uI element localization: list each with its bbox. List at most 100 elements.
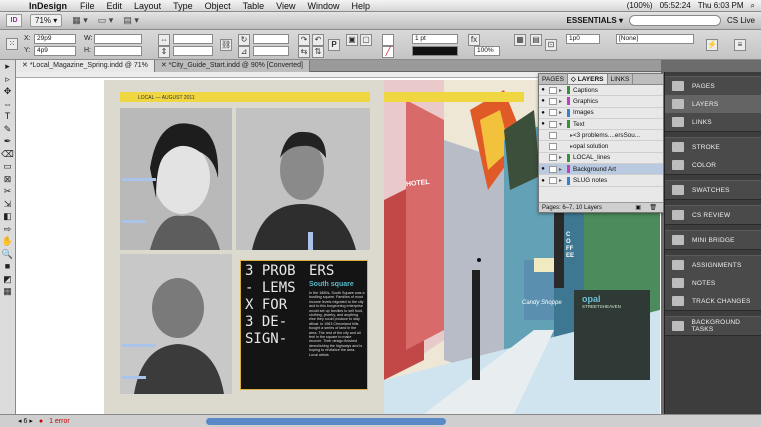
scale-x-field[interactable]	[173, 34, 213, 44]
preflight-icon[interactable]: ●	[39, 418, 43, 425]
rotate-icon[interactable]: ↻	[238, 34, 250, 46]
expand-icon[interactable]: ▸	[559, 143, 573, 150]
selection-tool-icon[interactable]: ▸	[0, 60, 15, 73]
dock-item-notes[interactable]: NOTES	[665, 274, 761, 292]
layer-row-background-art[interactable]: ● ▸ Background Art	[539, 164, 663, 176]
rotate-field[interactable]	[253, 34, 289, 44]
spotlight-icon[interactable]: ⌕	[751, 1, 755, 11]
quick-apply-icon[interactable]: ⚡	[706, 39, 718, 51]
layer-row-local-lines[interactable]: ▸ LOCAL_lines	[539, 153, 663, 165]
lock-toggle[interactable]	[549, 86, 557, 94]
dock-item-background-tasks[interactable]: BACKGROUND TASKS	[665, 317, 761, 335]
reference-point-icon[interactable]: ⁙	[6, 38, 18, 50]
portrait-woman-frame[interactable]	[120, 108, 232, 250]
menu-help[interactable]: Help	[346, 1, 377, 11]
battery-status[interactable]: (100%)	[627, 1, 653, 10]
tab-local-magazine[interactable]: ✕ *Local_Magazine_Spring.indd @ 71%	[16, 60, 155, 72]
h-field[interactable]	[94, 46, 142, 56]
opal-sign[interactable]: opal STREETSHEAVEN	[578, 290, 648, 378]
dock-item-links[interactable]: LINKS	[665, 113, 761, 131]
stroke-weight-field[interactable]: 1 pt	[412, 34, 458, 44]
select-content-icon[interactable]: ▢	[360, 34, 372, 46]
scissors-tool-icon[interactable]: ✂	[0, 185, 15, 198]
lock-toggle[interactable]	[549, 154, 557, 162]
zoom-tool-icon[interactable]: 🔍	[0, 248, 15, 261]
scale-y-field[interactable]	[173, 46, 213, 56]
w-field[interactable]	[94, 34, 142, 44]
wrap-icon[interactable]: ▦	[514, 34, 526, 46]
rectangle-tool-icon[interactable]: ⊠	[0, 173, 15, 186]
portrait-man-frame[interactable]	[236, 108, 370, 250]
expand-icon[interactable]: ▸	[559, 166, 567, 173]
dock-item-layers[interactable]: LAYERS	[665, 95, 761, 113]
lock-toggle[interactable]	[549, 120, 557, 128]
visibility-icon[interactable]: ●	[539, 87, 547, 93]
app-menu[interactable]: InDesign	[22, 1, 74, 11]
lock-toggle[interactable]	[549, 97, 557, 105]
flip-vertical-icon[interactable]: ⇅	[312, 46, 324, 58]
layer-row-slug-notes[interactable]: ● ▸ SLUG notes	[539, 175, 663, 187]
fill-swatch-icon[interactable]	[382, 34, 394, 46]
stroke-swatch-icon[interactable]: ╱	[382, 46, 394, 58]
expand-icon[interactable]: ▸	[559, 109, 567, 116]
select-container-icon[interactable]: ▣	[346, 34, 358, 46]
collapse-icon[interactable]: ▾	[559, 121, 567, 128]
line-tool-icon[interactable]: ✎	[0, 123, 15, 136]
dock-item-cs-review[interactable]: CS REVIEW	[665, 206, 761, 224]
layer-row-graphics[interactable]: ● ▸ Graphics	[539, 96, 663, 108]
screen-mode-icon[interactable]: ▭ ▾	[98, 15, 114, 26]
menu-layout[interactable]: Layout	[128, 1, 167, 11]
visibility-icon[interactable]: ●	[539, 166, 547, 172]
view-options-icon[interactable]: ▦ ▾	[72, 15, 88, 26]
paragraph-icon[interactable]: P	[328, 39, 340, 51]
lock-toggle[interactable]	[549, 143, 557, 151]
dock-item-assignments[interactable]: ASSIGNMENTS	[665, 256, 761, 274]
search-input[interactable]	[628, 15, 721, 26]
menu-type[interactable]: Type	[167, 1, 199, 11]
flip-horizontal-icon[interactable]: ⇆	[298, 46, 310, 58]
lock-toggle[interactable]	[549, 165, 557, 173]
free-transform-tool-icon[interactable]: ⇲	[0, 198, 15, 211]
new-layer-icon[interactable]: ▣	[635, 203, 641, 213]
visibility-icon[interactable]: ●	[539, 121, 547, 127]
dock-item-color[interactable]: COLOR	[665, 156, 761, 174]
visibility-icon[interactable]: ●	[539, 98, 547, 104]
direct-selection-tool-icon[interactable]: ▹	[0, 73, 15, 86]
tab-pages[interactable]: PAGES	[539, 74, 568, 84]
screen-mode-tool-icon[interactable]: ▦	[0, 285, 15, 298]
menu-window[interactable]: Window	[301, 1, 345, 11]
portrait-bald-man-frame[interactable]	[120, 254, 232, 394]
dock-item-mini-bridge[interactable]: MINI BRIDGE	[665, 231, 761, 249]
preflight-status[interactable]: 1 error	[49, 418, 70, 425]
dock-item-track-changes[interactable]: TRACK CHANGES	[665, 292, 761, 310]
layer-row-captions[interactable]: ● ▸ Captions	[539, 85, 663, 97]
lock-toggle[interactable]	[549, 131, 557, 139]
tab-city-guide[interactable]: ✕ *City_Guide_Start.indd @ 90% [Converte…	[154, 60, 310, 72]
expand-icon[interactable]: ▸	[559, 132, 573, 139]
workspace-switcher[interactable]: ESSENTIALS ▾	[567, 16, 629, 25]
lock-toggle[interactable]	[549, 177, 557, 185]
trash-icon[interactable]: 🗑	[649, 203, 657, 213]
visibility-icon[interactable]: ●	[539, 110, 547, 116]
sublayer-row-opal[interactable]: ▸ opal solution	[539, 141, 663, 153]
lock-toggle[interactable]	[549, 109, 557, 117]
horizontal-scrollbar[interactable]	[205, 417, 446, 425]
note-tool-icon[interactable]: ⇨	[0, 223, 15, 236]
expand-icon[interactable]: ▸	[559, 154, 567, 161]
shear-field[interactable]	[253, 46, 289, 56]
visibility-icon[interactable]: ●	[539, 178, 547, 184]
menu-object[interactable]: Object	[199, 1, 237, 11]
dock-item-stroke[interactable]: STROKE	[665, 138, 761, 156]
shear-icon[interactable]: ⊿	[238, 46, 250, 58]
object-style-dropdown[interactable]: [None]	[616, 34, 694, 44]
cs-live-button[interactable]: CS Live	[727, 16, 755, 25]
type-tool-icon[interactable]: T	[0, 110, 15, 123]
layer-row-images[interactable]: ● ▸ Images	[539, 108, 663, 119]
dock-item-swatches[interactable]: SWATCHES	[665, 181, 761, 199]
constrain-icon[interactable]: ⛓	[220, 39, 232, 51]
left-page[interactable]: LOCAL — AUGUST 2011 3 PROB- LEMS X FOR 3…	[104, 80, 384, 414]
apply-color-icon[interactable]: ◩	[0, 273, 15, 286]
x-field[interactable]: 29p9	[34, 34, 76, 44]
hand-tool-icon[interactable]: ✋	[0, 235, 15, 248]
rotate-ccw-icon[interactable]: ↶	[312, 34, 324, 46]
